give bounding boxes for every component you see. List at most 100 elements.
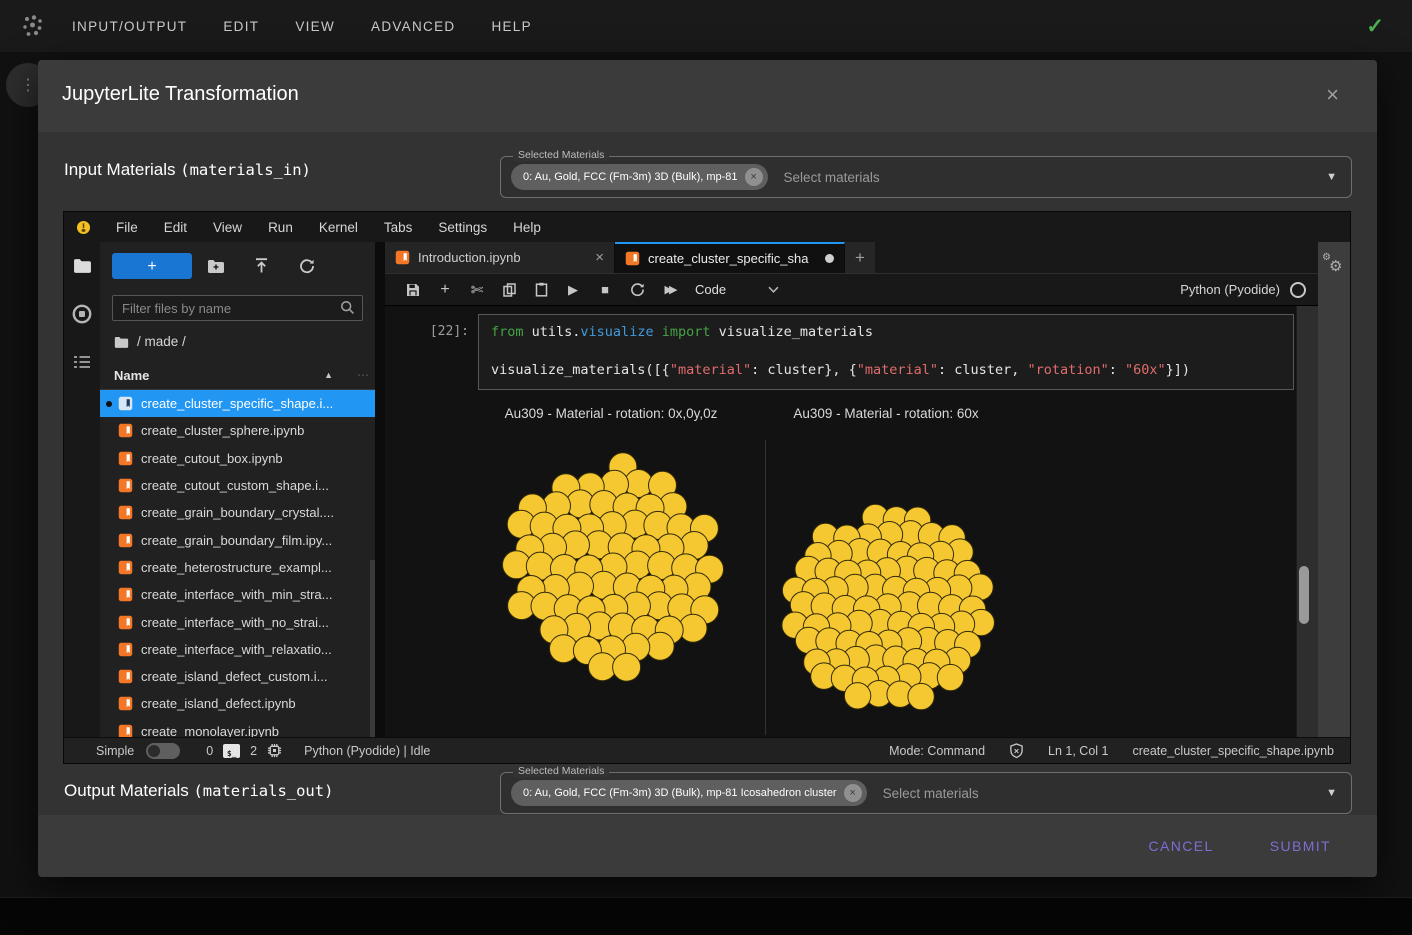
search-icon xyxy=(340,300,355,320)
terminal-icon: $_ xyxy=(223,744,240,758)
file-row-create-grain-boundary-film-ipy[interactable]: create_grain_boundary_film.ipy... xyxy=(100,526,375,553)
trust-shield-icon[interactable] xyxy=(1009,743,1024,759)
submit-button[interactable]: SUBMIT xyxy=(1264,837,1337,855)
file-row-create-monolayer-ipynb[interactable]: create_monolayer.ipynb xyxy=(100,718,375,737)
add-cell-icon[interactable]: + xyxy=(429,277,461,303)
jupyter-menu-run[interactable]: Run xyxy=(255,220,306,235)
file-row-create-cluster-sphere-ipynb[interactable]: create_cluster_sphere.ipynb xyxy=(100,417,375,444)
new-tab-button[interactable]: + xyxy=(845,242,875,273)
material-chip[interactable]: 0: Au, Gold, FCC (Fm-3m) 3D (Bulk), mp-8… xyxy=(511,780,867,806)
plot-divider xyxy=(765,440,766,735)
panel-splitter[interactable] xyxy=(375,242,385,737)
file-row-create-cluster-specific-shape-i[interactable]: create_cluster_specific_shape.i... xyxy=(100,390,375,417)
new-launcher-button[interactable]: + xyxy=(112,253,192,279)
notebook-icon xyxy=(625,251,640,266)
chip-remove-icon[interactable]: × xyxy=(844,784,862,802)
dropdown-arrow-icon[interactable]: ▼ xyxy=(1326,171,1337,183)
restart-kernel-icon[interactable] xyxy=(621,277,653,303)
more-options-icon: ⋯ xyxy=(357,368,369,382)
output-plot-title-right: Au309 - Material - rotation: 60x xyxy=(793,406,978,421)
terminals-count[interactable]: 0 xyxy=(206,744,213,758)
file-list: create_cluster_specific_shape.i...create… xyxy=(100,390,375,737)
file-row-create-grain-boundary-crystal[interactable]: create_grain_boundary_crystal.... xyxy=(100,499,375,526)
file-name: create_island_defect_custom.i... xyxy=(141,669,327,684)
chevron-down-icon[interactable] xyxy=(768,286,779,293)
filter-files-input[interactable] xyxy=(112,295,363,321)
status-right-group: Mode: Command Ln 1, Col 1 create_cluster… xyxy=(889,743,1334,759)
tab-introduction[interactable]: Introduction.ipynb × xyxy=(385,242,615,273)
jupyter-menu-kernel[interactable]: Kernel xyxy=(306,220,371,235)
output-materials-label: Output Materials (materials_out) xyxy=(64,781,333,801)
kernel-status-text[interactable]: Python (Pyodide) | Idle xyxy=(304,744,430,758)
run-cell-icon[interactable]: ▶ xyxy=(557,277,589,303)
restart-run-all-icon[interactable]: ▶▶ xyxy=(653,277,685,303)
dialog-footer: CANCEL SUBMIT xyxy=(38,815,1377,877)
file-row-create-interface-with-min-stra[interactable]: create_interface_with_min_stra... xyxy=(100,581,375,608)
jupyter-menu-file[interactable]: File xyxy=(103,220,151,235)
menu-help[interactable]: HELP xyxy=(491,19,531,34)
kernel-selector[interactable]: Python (Pyodide) xyxy=(1180,282,1306,298)
file-name: create_monolayer.ipynb xyxy=(141,724,279,737)
menu-input-output[interactable]: INPUT/OUTPUT xyxy=(72,19,187,34)
tab-create-cluster-specific-shape[interactable]: create_cluster_specific_sha xyxy=(615,242,845,273)
property-inspector-gears-icon[interactable]: ⚙⚙ xyxy=(1322,256,1346,278)
file-row-create-cutout-custom-shape-i[interactable]: create_cutout_custom_shape.i... xyxy=(100,472,375,499)
upload-icon[interactable] xyxy=(250,255,272,277)
table-of-contents-icon[interactable] xyxy=(73,355,91,369)
cursor-position[interactable]: Ln 1, Col 1 xyxy=(1048,744,1108,758)
app-top-bar: INPUT/OUTPUT EDIT VIEW ADVANCED HELP ✓ xyxy=(0,0,1412,52)
file-name: create_cutout_custom_shape.i... xyxy=(141,478,329,493)
menu-view[interactable]: VIEW xyxy=(295,19,335,34)
jupyter-menu-tabs[interactable]: Tabs xyxy=(371,220,426,235)
tab-label: Introduction.ipynb xyxy=(418,250,587,265)
unsaved-dot-icon[interactable] xyxy=(825,254,834,263)
file-row-create-island-defect-custom-i[interactable]: create_island_defect_custom.i... xyxy=(100,663,375,690)
breadcrumb[interactable]: / made / xyxy=(114,334,186,349)
dropdown-arrow-icon[interactable]: ▼ xyxy=(1326,787,1337,799)
file-row-create-cutout-box-ipynb[interactable]: create_cutout_box.ipynb xyxy=(100,445,375,472)
close-icon[interactable]: × xyxy=(1326,84,1339,106)
refresh-icon[interactable] xyxy=(296,255,318,277)
file-row-create-interface-with-no-strai[interactable]: create_interface_with_no_strai... xyxy=(100,608,375,635)
simple-mode-toggle[interactable] xyxy=(146,743,180,759)
file-row-create-interface-with-relaxatio[interactable]: create_interface_with_relaxatio... xyxy=(100,636,375,663)
notebook-scrollbar[interactable] xyxy=(1296,306,1318,737)
jupyter-menu-settings[interactable]: Settings xyxy=(425,220,500,235)
output-materials-select[interactable]: Selected Materials 0: Au, Gold, FCC (Fm-… xyxy=(500,772,1352,814)
chip-remove-icon[interactable]: × xyxy=(745,168,763,186)
confirm-check-icon[interactable]: ✓ xyxy=(1366,14,1384,39)
notebook-icon xyxy=(118,724,133,737)
kernels-count[interactable]: 2 xyxy=(250,744,257,758)
cut-cells-icon[interactable]: ✄ xyxy=(461,277,493,303)
jupyter-menu-edit[interactable]: Edit xyxy=(151,220,200,235)
file-name: create_interface_with_no_strai... xyxy=(141,615,329,630)
material-chip[interactable]: 0: Au, Gold, FCC (Fm-3m) 3D (Bulk), mp-8… xyxy=(511,164,768,190)
paste-cells-icon[interactable] xyxy=(525,277,557,303)
file-browser-icon[interactable] xyxy=(73,258,92,273)
menu-edit[interactable]: EDIT xyxy=(223,19,259,34)
cancel-button[interactable]: CANCEL xyxy=(1143,837,1220,855)
file-list-header[interactable]: Name ▲ ⋯ xyxy=(100,363,375,390)
file-name: create_grain_boundary_film.ipy... xyxy=(141,533,332,548)
new-folder-icon[interactable] xyxy=(205,255,227,277)
scrollbar-thumb[interactable] xyxy=(1299,566,1309,624)
running-kernels-icon[interactable] xyxy=(71,303,93,325)
tab-close-icon[interactable]: × xyxy=(595,249,604,266)
cell-type-select[interactable]: Code xyxy=(695,282,726,297)
left-sidebar-rail xyxy=(64,242,100,737)
jupyterlite-logo-icon xyxy=(75,219,92,236)
copy-cells-icon[interactable] xyxy=(493,277,525,303)
active-file-name: create_cluster_specific_shape.ipynb xyxy=(1132,744,1334,758)
save-icon[interactable] xyxy=(397,277,429,303)
file-row-create-heterostructure-exampl[interactable]: create_heterostructure_exampl... xyxy=(100,554,375,581)
code-cell-editor[interactable]: from utils.visualize import visualize_ma… xyxy=(478,314,1294,390)
jupyter-menu-view[interactable]: View xyxy=(200,220,255,235)
file-row-create-island-defect-ipynb[interactable]: create_island_defect.ipynb xyxy=(100,690,375,717)
running-dot-icon xyxy=(106,401,112,407)
stop-kernel-icon[interactable]: ■ xyxy=(589,277,621,303)
input-materials-select[interactable]: Selected Materials 0: Au, Gold, FCC (Fm-… xyxy=(500,156,1352,198)
menu-advanced[interactable]: ADVANCED xyxy=(371,19,455,34)
jupyter-menu-help[interactable]: Help xyxy=(500,220,554,235)
jupyter-main: + xyxy=(64,242,1350,737)
file-list-scrollbar[interactable] xyxy=(370,560,375,737)
